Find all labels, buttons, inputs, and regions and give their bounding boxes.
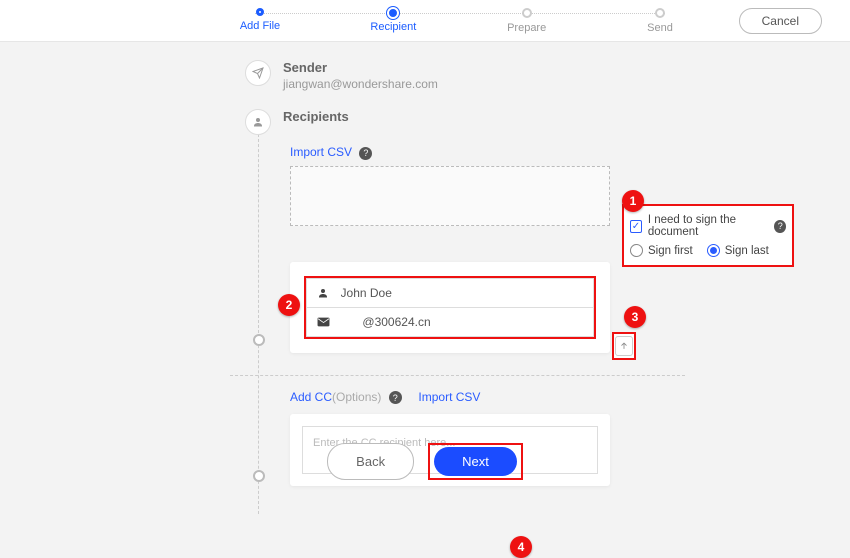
cc-import-csv-link[interactable]: Import CSV	[418, 390, 480, 404]
timeline-dot	[253, 470, 265, 482]
person-icon	[316, 287, 331, 299]
annotation-1: 1	[622, 190, 644, 212]
recipient-fields-highlight	[304, 276, 596, 339]
help-icon[interactable]: ?	[774, 220, 786, 233]
recipients-section: Import CSV ?	[290, 145, 620, 353]
user-icon	[245, 109, 271, 135]
step-prepare[interactable]: Prepare	[497, 8, 557, 34]
recipient-name-input[interactable]	[341, 286, 584, 300]
sender-title: Sender	[283, 60, 438, 75]
section-divider	[230, 375, 685, 376]
sign-first-radio[interactable]	[630, 244, 643, 257]
mail-icon	[316, 317, 330, 327]
sign-options-box: ✓ I need to sign the document ? Sign fir…	[622, 204, 794, 267]
recipients-node: Recipients	[245, 109, 845, 135]
sender-node: Sender jiangwan@wondershare.com	[245, 60, 845, 91]
recipient-email-field[interactable]	[306, 308, 594, 337]
recipient-name-field[interactable]	[306, 278, 594, 308]
step-send[interactable]: Send	[630, 8, 690, 34]
annotation-3: 3	[624, 306, 646, 328]
recipient-card	[290, 262, 610, 353]
progress-stepper: Add File Recipient Prepare Send	[230, 0, 690, 41]
footer: Back Next	[0, 443, 850, 480]
main: Sender jiangwan@wondershare.com Recipien…	[0, 42, 850, 486]
need-sign-checkbox[interactable]: ✓	[630, 220, 642, 233]
sign-last-label: Sign last	[725, 245, 769, 257]
topbar: Add File Recipient Prepare Send Cancel	[0, 0, 850, 42]
cc-options-suffix: (Options)	[332, 390, 381, 404]
need-sign-label: I need to sign the document	[648, 214, 775, 238]
add-cc-link[interactable]: Add CC	[290, 390, 332, 404]
help-icon[interactable]: ?	[389, 391, 402, 404]
timeline-dot	[253, 334, 265, 346]
step-recipient[interactable]: Recipient	[363, 8, 423, 33]
annotation-2: 2	[278, 294, 300, 316]
next-button[interactable]: Next	[434, 447, 517, 476]
sender-email: jiangwan@wondershare.com	[283, 77, 438, 91]
move-up-highlight	[612, 332, 636, 360]
recipients-title: Recipients	[283, 109, 349, 124]
step-add-file[interactable]: Add File	[230, 8, 290, 32]
sign-last-radio[interactable]	[707, 244, 720, 257]
cancel-button[interactable]: Cancel	[739, 8, 822, 34]
back-button[interactable]: Back	[327, 443, 414, 480]
help-icon[interactable]: ?	[359, 147, 372, 160]
annotation-4: 4	[510, 536, 532, 558]
sign-first-label: Sign first	[648, 245, 693, 257]
import-csv-link[interactable]: Import CSV	[290, 145, 352, 159]
recipient-email-input[interactable]	[340, 315, 584, 329]
move-up-button[interactable]	[615, 336, 633, 356]
next-highlight: Next	[428, 443, 523, 480]
csv-dropzone[interactable]	[290, 166, 610, 226]
send-icon	[245, 60, 271, 86]
